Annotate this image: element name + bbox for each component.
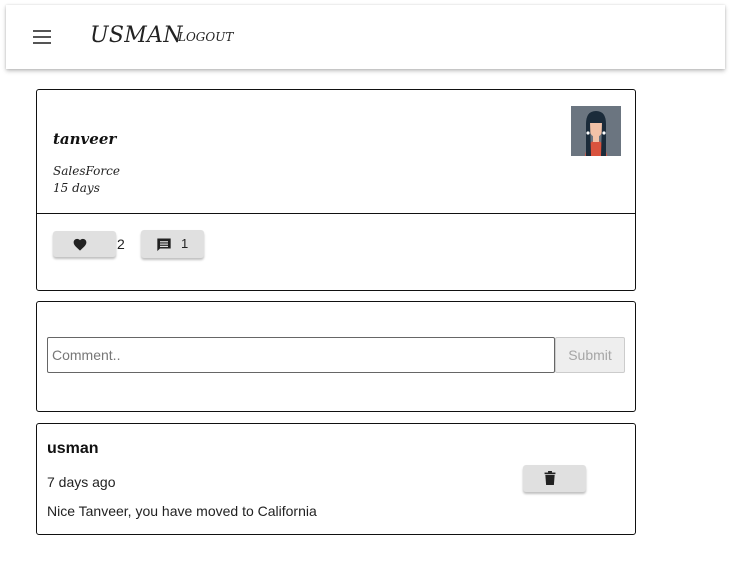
brand-title[interactable]: USMAN <box>90 23 183 48</box>
comment-count: 1 <box>181 236 189 251</box>
post-company: SalesForce <box>53 164 120 178</box>
heart-icon <box>73 238 87 251</box>
comment-form-card: Submit <box>36 301 636 412</box>
comment-card: usman 7 days ago Nice Tanveer, you have … <box>36 423 636 535</box>
post-card: tanveer SalesForce 15 days 2 1 <box>36 89 636 291</box>
post-time: 15 days <box>53 181 100 195</box>
post-author[interactable]: tanveer <box>53 130 116 148</box>
comment-text: Nice Tanveer, you have moved to Californ… <box>47 503 317 519</box>
comment-input[interactable] <box>47 337 555 373</box>
avatar[interactable] <box>571 106 621 156</box>
comment-author[interactable]: usman <box>47 440 99 458</box>
comment-time: 7 days ago <box>47 474 116 490</box>
delete-comment-button[interactable] <box>523 465 586 492</box>
post-header: tanveer SalesForce 15 days <box>37 90 635 214</box>
logout-link[interactable]: LOGOUT <box>178 30 233 44</box>
like-button[interactable] <box>53 231 116 257</box>
comment-icon <box>157 238 171 252</box>
comments-button[interactable]: 1 <box>141 230 204 258</box>
hamburger-menu-icon[interactable] <box>33 30 51 44</box>
trash-icon <box>544 471 556 485</box>
app-bar: USMAN LOGOUT <box>6 5 725 69</box>
submit-button[interactable]: Submit <box>555 337 625 373</box>
like-count: 2 <box>117 236 125 252</box>
